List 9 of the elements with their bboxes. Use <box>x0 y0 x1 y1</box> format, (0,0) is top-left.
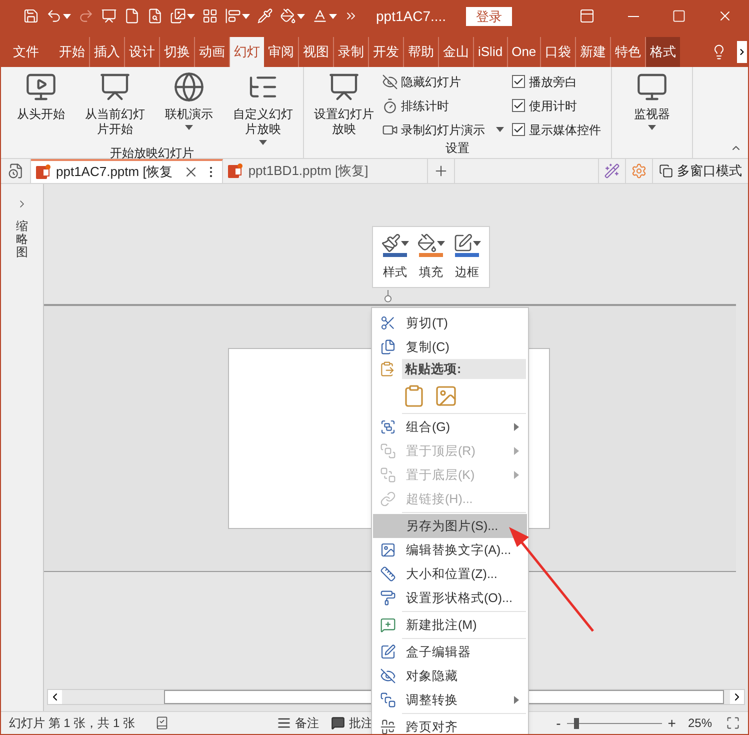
tab-title: ppt1AC7.pptm [恢复 <box>56 163 172 182</box>
menu-header: 粘贴选项: <box>402 359 526 379</box>
window-title: ppt1AC7.... <box>376 6 446 26</box>
tab-title: ppt1BD1.pptm [恢复] <box>248 162 368 180</box>
zoom-percent: 25% <box>688 715 712 732</box>
slide-info: 幻灯片 第 1 张，共 1 张 <box>9 715 136 732</box>
group-label: 开始放映幻灯片 <box>109 145 195 162</box>
group-label: 设置 <box>444 140 470 157</box>
thumbnail-label: 缩略图 <box>16 220 28 260</box>
